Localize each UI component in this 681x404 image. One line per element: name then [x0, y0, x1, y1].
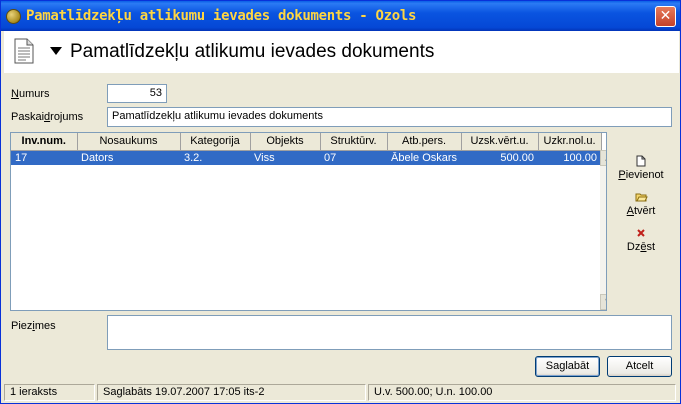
numurs-label: Numurs: [11, 88, 50, 100]
table-row[interactable]: 17 Dators 3.2. Viss 07 Ābele Oskars 500.…: [11, 150, 602, 165]
close-button[interactable]: ✕: [655, 6, 676, 27]
cell-objekts: Viss: [250, 150, 320, 165]
open-button[interactable]: Atvērt: [616, 191, 666, 217]
main-window: Pamatlīdzekļu atlikumu ievades dokuments…: [0, 0, 681, 404]
column-header-uzsk-vert[interactable]: Uzsk.vērt.u.: [461, 133, 539, 151]
delete-x-icon: [637, 229, 645, 237]
cell-kategorija: 3.2.: [180, 150, 250, 165]
cell-inv-num: 17: [11, 150, 77, 165]
open-folder-icon: [635, 193, 648, 202]
window-title: Pamatlīdzekļu atlikumu ievades dokuments…: [26, 8, 417, 24]
column-header-uzkr-nol[interactable]: Uzkr.nol.u.: [538, 133, 602, 151]
scroll-down-button[interactable]: ▼: [600, 294, 606, 310]
vertical-scrollbar[interactable]: ▲ ▼: [600, 150, 606, 310]
paskaidrojums-label: Paskaidrojums: [11, 111, 84, 123]
close-icon: ✕: [659, 8, 672, 24]
status-bar: 1 ieraksts Saglabāts 19.07.2007 17:05 it…: [1, 381, 680, 403]
cell-uzkr-nol: 100.00: [538, 150, 602, 165]
page-title: Pamatlīdzekļu atlikumu ievades dokuments: [70, 41, 435, 62]
status-record-count: 1 ieraksts: [4, 384, 95, 401]
cell-strukturv: 07: [320, 150, 387, 165]
title-bar[interactable]: Pamatlīdzekļu atlikumu ievades dokuments…: [1, 1, 680, 31]
column-header-strukturv[interactable]: Struktūrv.: [320, 133, 388, 151]
document-icon: [14, 38, 34, 64]
piezimes-field[interactable]: [107, 315, 672, 350]
column-header-kategorija[interactable]: Kategorija: [180, 133, 251, 151]
column-header-atb-pers[interactable]: Atb.pers.: [387, 133, 462, 151]
new-document-icon: [636, 155, 646, 167]
status-saved-info: Saglabāts 19.07.2007 17:05 its-2: [97, 384, 366, 401]
assets-grid[interactable]: Inv.num. Nosaukums Kategorija Objekts St…: [10, 132, 607, 311]
column-header-objekts[interactable]: Objekts: [250, 133, 321, 151]
cancel-button[interactable]: Atcelt: [607, 356, 672, 377]
document-header: Pamatlīdzekļu atlikumu ievades dokuments: [4, 31, 679, 73]
scroll-up-button[interactable]: ▲: [600, 150, 606, 166]
cell-nosaukums: Dators: [77, 150, 180, 165]
cell-atb-pers: Ābele Oskars: [387, 150, 462, 165]
chevron-down-icon: ▼: [605, 297, 606, 306]
piezimes-label: Piezimes: [11, 320, 56, 332]
delete-button[interactable]: Dzēst: [616, 227, 666, 253]
paskaidrojums-field[interactable]: Pamatlīdzekļu atlikumu ievades dokuments: [107, 107, 672, 127]
add-button[interactable]: Pievienot: [616, 155, 666, 181]
column-header-inv-num[interactable]: Inv.num.: [11, 133, 78, 151]
numurs-field[interactable]: 53: [107, 84, 167, 103]
save-button[interactable]: Saglabāt: [535, 356, 600, 377]
status-totals: U.v. 500.00; U.n. 100.00: [368, 384, 676, 401]
chevron-down-icon[interactable]: [50, 47, 62, 55]
column-header-nosaukums[interactable]: Nosaukums: [77, 133, 181, 151]
chevron-up-icon: ▲: [605, 153, 606, 162]
grid-header-row: Inv.num. Nosaukums Kategorija Objekts St…: [11, 133, 602, 151]
ozols-app-icon: [6, 9, 21, 24]
cell-uzsk-vert: 500.00: [461, 150, 539, 165]
